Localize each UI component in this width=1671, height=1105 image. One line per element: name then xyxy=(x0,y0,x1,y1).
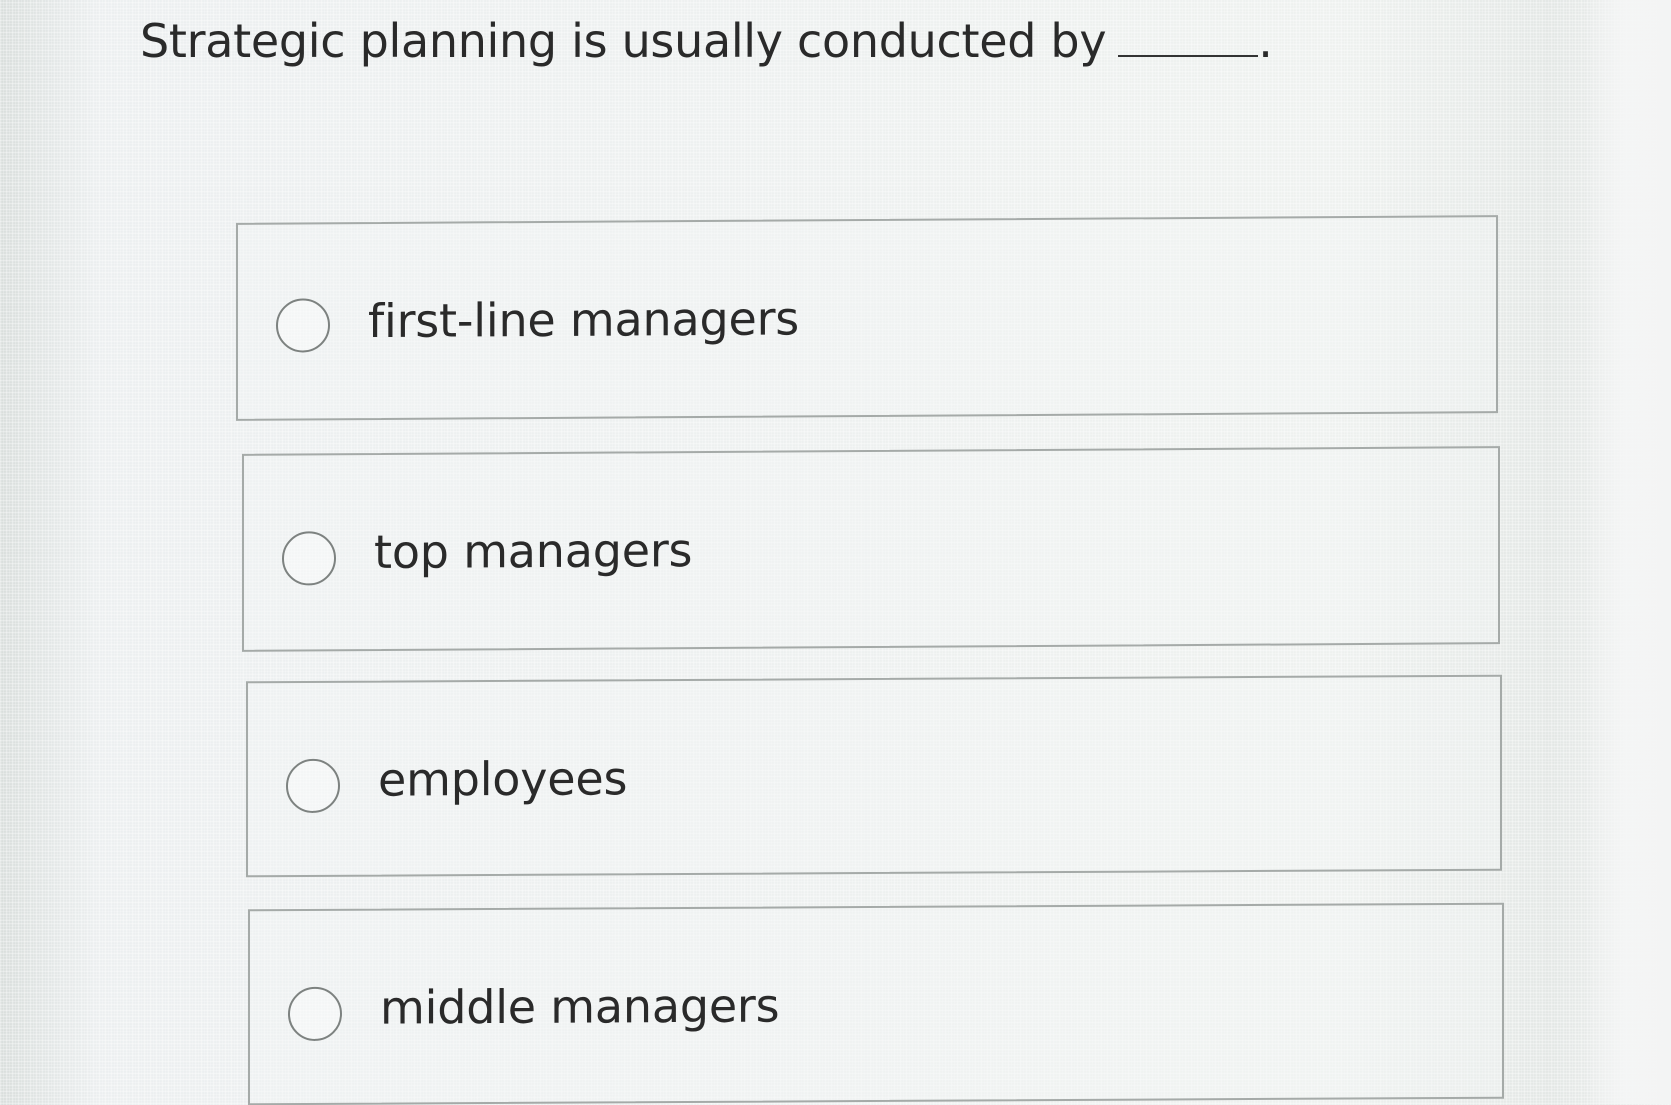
option-label: employees xyxy=(378,751,628,807)
answer-option-first-line-managers[interactable]: first-line managers xyxy=(236,215,1498,421)
radio-unchecked-icon[interactable] xyxy=(276,298,330,353)
question-period: . xyxy=(1258,14,1273,68)
option-label: first-line managers xyxy=(368,291,800,349)
question-text: Strategic planning is usually conducted … xyxy=(140,14,1107,68)
option-label: top managers xyxy=(374,523,693,580)
radio-unchecked-icon[interactable] xyxy=(288,986,342,1042)
answer-blank xyxy=(1118,55,1259,57)
answer-option-employees[interactable]: employees xyxy=(246,674,1502,878)
option-label: middle managers xyxy=(380,978,780,1035)
page-edge xyxy=(1586,0,1671,1104)
radio-unchecked-icon[interactable] xyxy=(286,758,340,814)
answer-option-middle-managers[interactable]: middle managers xyxy=(248,902,1504,1105)
answer-option-top-managers[interactable]: top managers xyxy=(242,446,1500,652)
radio-unchecked-icon[interactable] xyxy=(282,531,336,586)
question-prompt: Strategic planning is usually conducted … xyxy=(140,14,1273,68)
